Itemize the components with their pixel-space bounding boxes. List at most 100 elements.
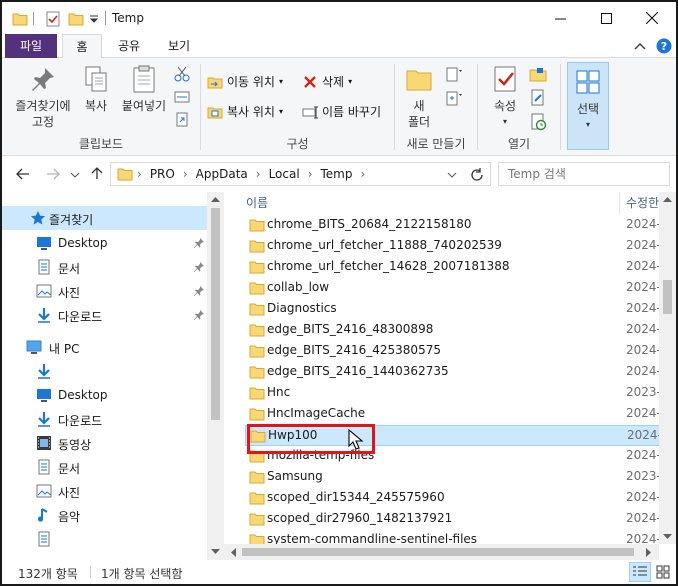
nav-item-pc-pictures[interactable]: 사진 <box>2 479 207 503</box>
scroll-left-icon[interactable] <box>230 548 236 557</box>
maximize-button[interactable] <box>583 2 629 34</box>
paste-button[interactable]: 붙여넣기 <box>118 64 170 114</box>
nav-item-pictures[interactable]: 사진 <box>2 279 207 303</box>
file-row[interactable]: scoped_dir15344_245575960 2024- <box>245 488 661 509</box>
copy-button[interactable]: 복사 <box>78 64 114 114</box>
copy-to-button[interactable]: 복사 위치 ▾ <box>207 102 283 122</box>
file-list: 이름 수정한 chrome_BITS_20684_2122158180 2024-… <box>224 192 676 560</box>
nav-item-pc-downloads[interactable] <box>2 359 207 383</box>
file-row[interactable]: collab_low 2024- <box>245 278 661 299</box>
nav-item-pc-documents[interactable]: 문서 <box>2 455 207 479</box>
column-divider[interactable] <box>619 192 620 214</box>
cut-icon[interactable] <box>174 66 190 82</box>
properties-check-icon[interactable] <box>45 10 61 28</box>
file-row[interactable]: edge_BITS_2416_425380575 2024- <box>245 341 661 362</box>
file-row[interactable]: edge_BITS_2416_48300898 2024- <box>245 320 661 341</box>
breadcrumb-pro[interactable]: PRO <box>150 167 175 181</box>
nav-item-pc-downloads-2[interactable]: 다운로드 <box>2 407 207 431</box>
forward-arrow-icon[interactable] <box>46 168 60 180</box>
scroll-down-icon[interactable] <box>211 549 220 555</box>
tab-view[interactable]: 보기 <box>160 34 198 58</box>
details-view-button[interactable] <box>629 562 651 582</box>
new-folder-button[interactable]: 새 폴더 <box>401 64 437 130</box>
up-arrow-icon[interactable] <box>90 166 104 180</box>
clipboard-group-label: 클립보드 <box>78 137 124 151</box>
refresh-icon[interactable] <box>469 167 485 183</box>
file-list-hscrollbar[interactable] <box>224 544 659 560</box>
rename-button[interactable]: 이름 바꾸기 <box>302 102 381 122</box>
folder-icon <box>249 513 265 526</box>
breadcrumb-local[interactable]: Local <box>269 167 300 181</box>
folder-icon <box>249 240 265 253</box>
chevron-up-icon[interactable] <box>634 41 646 51</box>
open-icon[interactable] <box>529 66 549 84</box>
new-item-icon[interactable] <box>445 66 465 84</box>
easy-access-icon[interactable] <box>445 90 465 108</box>
nav-scroll-thumb[interactable] <box>211 208 220 420</box>
select-button[interactable]: 선택 ▾ <box>567 62 609 150</box>
customize-qa-icon[interactable] <box>88 10 100 28</box>
paste-label: 붙여넣기 <box>121 99 167 113</box>
history-icon[interactable] <box>529 113 549 131</box>
tab-home[interactable]: 홈 <box>62 34 102 59</box>
file-hscroll-thumb[interactable] <box>242 548 634 556</box>
downloads-icon <box>38 308 50 323</box>
new-folder-quick-icon[interactable] <box>68 10 84 28</box>
nav-item-pc-music[interactable]: 음악 <box>2 503 207 527</box>
nav-item-pc-desktop[interactable]: Desktop <box>2 383 207 407</box>
file-row[interactable]: Diagnostics 2024- <box>245 299 661 320</box>
nav-item-pc-other[interactable] <box>2 527 207 551</box>
file-row[interactable]: Hnc 2023- <box>245 383 661 404</box>
help-icon[interactable]: ? <box>656 38 672 54</box>
file-row[interactable]: scoped_dir27960_1482137921 2024- <box>245 509 661 530</box>
file-row[interactable]: Samsung 2023- <box>245 467 661 488</box>
file-modified-date: 2024- <box>626 280 661 294</box>
properties-label: 속성 <box>493 99 517 113</box>
status-bar: 132개 항목 1개 항목 선택함 <box>2 560 676 584</box>
scroll-down-icon[interactable] <box>663 534 672 540</box>
file-modified-date: 2024- <box>626 238 661 252</box>
scroll-up-icon[interactable] <box>211 196 220 202</box>
edit-icon[interactable] <box>529 89 549 107</box>
nav-item-label: 문서 <box>58 462 81 476</box>
scroll-right-icon[interactable] <box>646 548 652 557</box>
column-modified-header[interactable]: 수정한 <box>626 192 659 214</box>
close-button[interactable] <box>629 2 675 34</box>
file-scroll-thumb[interactable] <box>663 280 672 314</box>
file-row[interactable]: edge_BITS_2416_1440362735 2024- <box>245 362 661 383</box>
nav-item-downloads[interactable]: 다운로드 <box>2 303 207 327</box>
paste-shortcut-icon[interactable] <box>174 111 190 127</box>
nav-scrollbar[interactable] <box>207 192 224 560</box>
column-name-header[interactable]: 이름 <box>246 192 268 214</box>
search-input[interactable]: Temp 검색 <box>498 162 670 186</box>
nav-item-pc-videos[interactable]: 동영상 <box>2 431 207 455</box>
address-dropdown-icon[interactable] <box>447 171 457 179</box>
file-list-scrollbar[interactable] <box>659 192 676 544</box>
file-row[interactable]: chrome_BITS_20684_2122158180 2024- <box>245 215 661 236</box>
copy-path-icon[interactable] <box>174 89 190 105</box>
file-row[interactable]: chrome_url_fetcher_11888_740202539 2024- <box>245 236 661 257</box>
nav-item-documents[interactable]: 문서 <box>2 255 207 279</box>
nav-this-pc[interactable]: 내 PC <box>2 335 207 359</box>
address-box[interactable]: › PRO › AppData › Local › Temp › <box>110 162 491 186</box>
delete-button[interactable]: 삭제 ▾ <box>302 72 352 92</box>
file-row[interactable]: HncImageCache 2024- <box>245 404 661 425</box>
breadcrumb-temp[interactable]: Temp <box>321 167 353 181</box>
breadcrumb-appdata[interactable]: AppData <box>196 167 248 181</box>
properties-button[interactable]: 속성 ▾ <box>484 64 526 130</box>
minimize-button[interactable] <box>537 2 583 34</box>
pin-quick-access-button[interactable]: 즐겨찾기에 고정 <box>8 64 78 130</box>
move-to-button[interactable]: 이동 위치 ▾ <box>207 72 283 92</box>
large-icons-view-button[interactable] <box>653 562 673 582</box>
maximize-icon <box>600 12 612 24</box>
pin-icon <box>194 286 204 296</box>
star-icon <box>30 211 46 225</box>
scroll-up-icon[interactable] <box>663 196 672 202</box>
back-arrow-icon[interactable] <box>16 168 30 180</box>
recent-locations-icon[interactable] <box>70 171 80 179</box>
tab-share[interactable]: 공유 <box>110 34 148 58</box>
tab-file[interactable]: 파일 <box>5 34 57 58</box>
nav-item-desktop[interactable]: Desktop <box>2 231 207 255</box>
nav-quick-access[interactable]: 즐겨찾기 <box>2 206 207 230</box>
file-row[interactable]: chrome_url_fetcher_14628_2007181388 2024- <box>245 257 661 278</box>
